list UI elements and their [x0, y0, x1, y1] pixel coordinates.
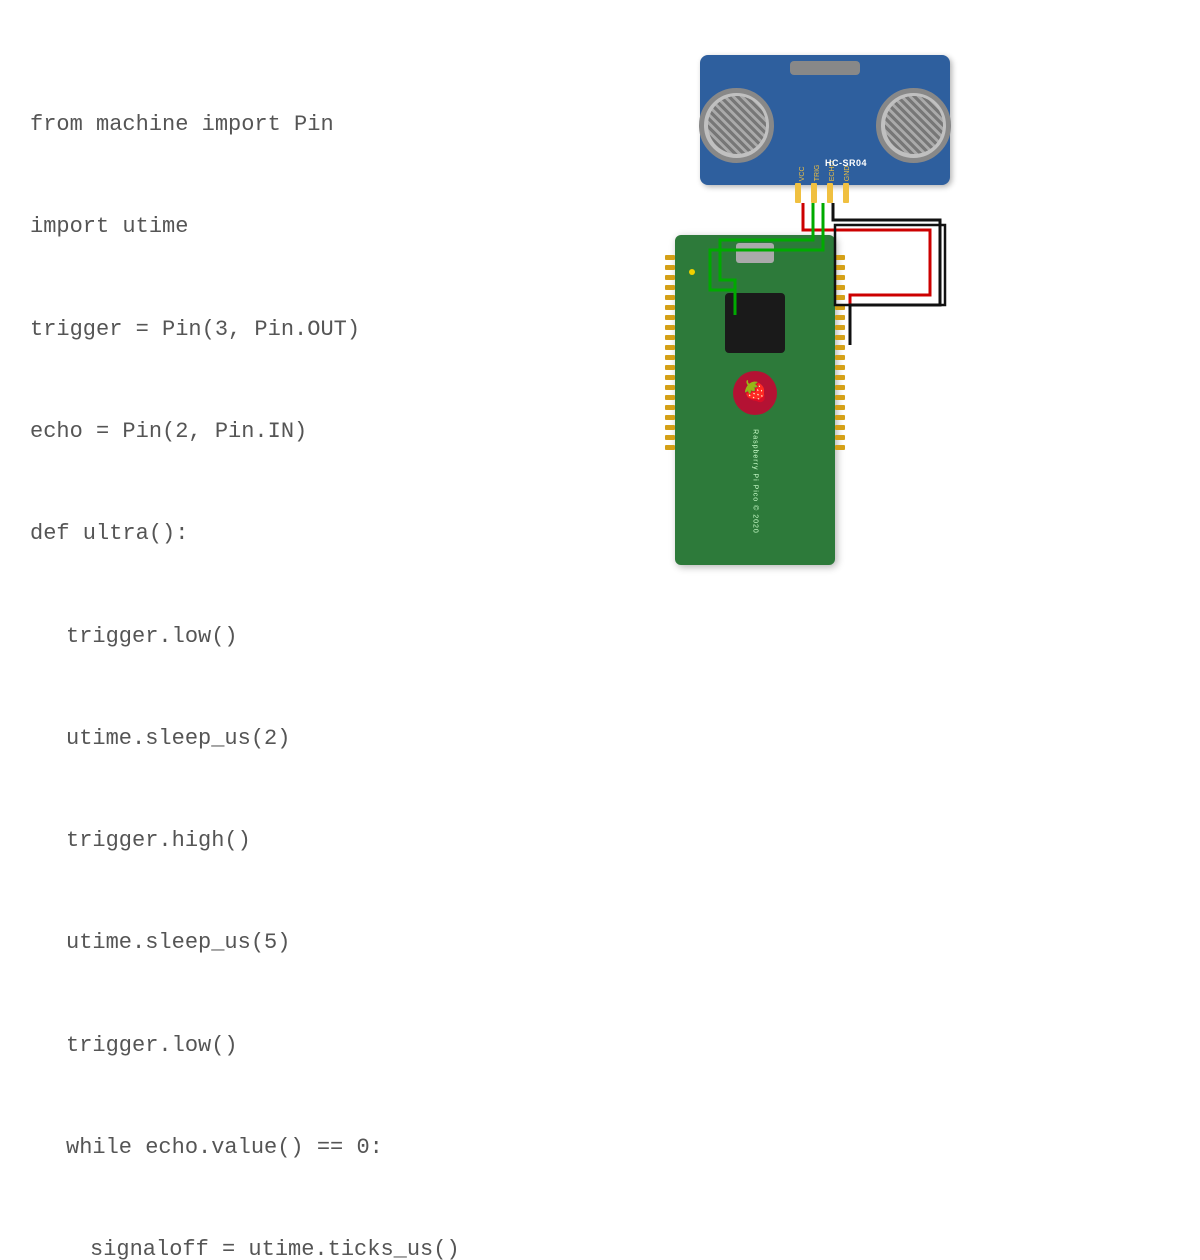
code-line-11: while echo.value() == 0:: [30, 1131, 430, 1165]
gnd-wire: [833, 203, 940, 345]
sensor-eyes: HC-SR04: [699, 88, 951, 163]
circuit-diagram: HC-SR04 VCC TRIG ECHO GND: [620, 35, 1040, 595]
pico-pin-r7: [835, 315, 845, 320]
pico-pin-l11: [665, 355, 675, 360]
sensor-label: HC-SR04: [825, 158, 867, 168]
sensor-pin-echo: [827, 183, 833, 203]
code-line-4: echo = Pin(2, Pin.IN): [30, 415, 430, 449]
pico-pin-l17: [665, 415, 675, 420]
code-line-12: signaloff = utime.ticks_us(): [30, 1233, 430, 1260]
code-block: from machine import Pin import utime tri…: [30, 40, 430, 1260]
pico-led-1: [689, 269, 695, 275]
pico-pin-r15: [835, 395, 845, 400]
pico-usb-connector: [736, 243, 774, 263]
pico-pin-r11: [835, 355, 845, 360]
sensor-pin-trig: [811, 183, 817, 203]
pin-label-vcc: VCC: [799, 161, 806, 181]
pico-pin-l3: [665, 275, 675, 280]
hc-sr04-sensor: HC-SR04 VCC TRIG ECHO GND: [700, 55, 950, 185]
code-line-8: trigger.high(): [30, 824, 430, 858]
pico-pin-l14: [665, 385, 675, 390]
code-line-10: trigger.low(): [30, 1029, 430, 1063]
pico-pin-l1: [665, 255, 675, 260]
code-panel: from machine import Pin import utime tri…: [0, 0, 460, 630]
pico-pin-r12: [835, 365, 845, 370]
pico-pin-l8: [665, 325, 675, 330]
pico-main-chip: [725, 293, 785, 353]
diagram-panel: HC-SR04 VCC TRIG ECHO GND: [460, 0, 1200, 630]
pico-pin-r10: [835, 345, 845, 350]
pico-pin-l5: [665, 295, 675, 300]
pico-pin-l15: [665, 395, 675, 400]
pico-pin-r1: [835, 255, 845, 260]
svg-text:🍓: 🍓: [743, 379, 768, 403]
sensor-eye-inner-right: [885, 96, 943, 154]
pico-pin-l16: [665, 405, 675, 410]
pico-pin-r19: [835, 435, 845, 440]
pico-pins-left: [665, 255, 675, 450]
pico-pin-l19: [665, 435, 675, 440]
sensor-pin-vcc: [795, 183, 801, 203]
pico-pin-r18: [835, 425, 845, 430]
pico-raspberry-logo: 🍓: [730, 368, 780, 418]
code-line-7: utime.sleep_us(2): [30, 722, 430, 756]
pico-pin-r6: [835, 305, 845, 310]
raspberry-pi-pico: 🍓 Raspberry Pi Pico © 2020: [675, 235, 835, 565]
code-line-1: from machine import Pin: [30, 108, 430, 142]
pico-pin-r8: [835, 325, 845, 330]
pico-pin-l10: [665, 345, 675, 350]
code-line-3: trigger = Pin(3, Pin.OUT): [30, 313, 430, 347]
code-line-5: def ultra():: [30, 517, 430, 551]
pico-pins-right: [835, 255, 845, 450]
pico-pin-l9: [665, 335, 675, 340]
pico-pin-l20: [665, 445, 675, 450]
wire-junction-box: [835, 225, 945, 305]
pico-pin-l4: [665, 285, 675, 290]
code-line-9: utime.sleep_us(5): [30, 926, 430, 960]
pico-pin-r14: [835, 385, 845, 390]
pico-pin-r5: [835, 295, 845, 300]
sensor-eye-right: [876, 88, 951, 163]
pico-pin-r2: [835, 265, 845, 270]
pico-pin-l13: [665, 375, 675, 380]
pico-pin-r16: [835, 405, 845, 410]
sensor-pin-gnd: [843, 183, 849, 203]
sensor-top-bar: [790, 61, 860, 75]
code-line-2: import utime: [30, 210, 430, 244]
pico-pin-l18: [665, 425, 675, 430]
sensor-eye-inner-left: [708, 96, 766, 154]
pico-pin-l6: [665, 305, 675, 310]
code-line-6: trigger.low(): [30, 620, 430, 654]
pico-leds: [689, 269, 695, 275]
pico-pin-r17: [835, 415, 845, 420]
pico-pin-l12: [665, 365, 675, 370]
pin-label-trig: TRIG: [814, 161, 821, 181]
sensor-eye-left: [699, 88, 774, 163]
pico-pin-l7: [665, 315, 675, 320]
pico-pin-r3: [835, 275, 845, 280]
pico-pin-r20: [835, 445, 845, 450]
pico-pin-l2: [665, 265, 675, 270]
pico-pin-r13: [835, 375, 845, 380]
pico-pin-r4: [835, 285, 845, 290]
pico-board-label: Raspberry Pi Pico © 2020: [752, 429, 759, 534]
sensor-pins: [795, 183, 849, 203]
pico-pin-r9: [835, 335, 845, 340]
